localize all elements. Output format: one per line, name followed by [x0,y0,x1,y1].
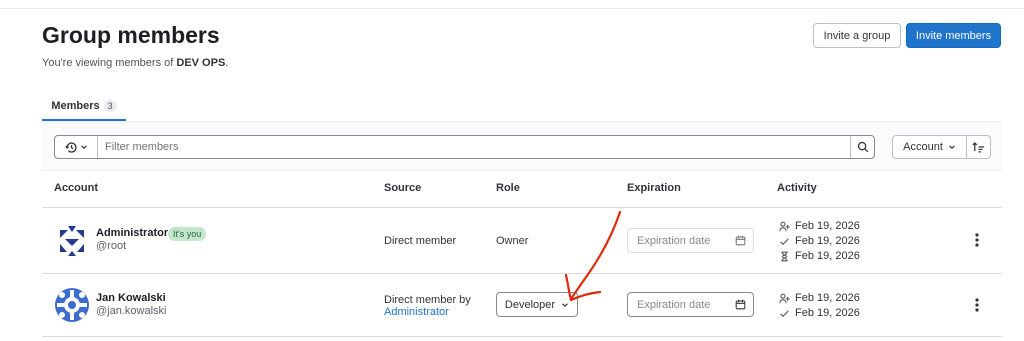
tab-members-label: Members [51,99,100,112]
avatar-identicon [60,226,84,256]
column-header-activity: Activity [777,182,817,194]
user-plus-icon [779,221,790,231]
column-header-expiration: Expiration [627,182,681,194]
sort-lowest-icon [972,142,985,153]
its-you-badge: It's you [168,227,207,241]
member-name[interactable]: Jan Kowalski [96,292,166,304]
source-inviter-link[interactable]: Administrator [384,305,449,319]
expiration-date-input: Expiration date [627,228,754,253]
member-username: @root [96,240,127,252]
column-header-source: Source [384,182,422,194]
member-name[interactable]: Administrator [96,227,168,239]
history-icon [64,141,77,153]
sort-by-dropdown[interactable]: Account [893,136,967,158]
row-divider [42,273,1002,274]
invite-members-button[interactable]: Invite members [906,23,1001,48]
avatar[interactable] [53,286,91,324]
invite-group-button[interactable]: Invite a group [813,23,901,48]
role-dropdown-label: Developer [504,298,556,311]
sort-control: Account [892,135,991,159]
filter-search-group [54,135,875,159]
member-source: Direct member [384,235,457,247]
user-plus-icon [779,293,790,303]
page-title: Group members [42,22,220,48]
expiration-date-placeholder: Expiration date [637,298,711,311]
recent-searches-button[interactable] [55,136,98,158]
role-dropdown[interactable]: Developer [496,292,578,317]
member-username: @jan.kowalski [96,305,167,317]
filter-members-input[interactable] [98,136,850,158]
sort-direction-button[interactable] [967,136,990,158]
avatar-identicon [55,288,89,322]
tab-members[interactable]: Members 3 [42,92,126,121]
sort-by-label: Account [903,141,943,153]
group-name: DEV OPS [176,57,226,69]
search-button[interactable] [850,136,874,158]
page-subtitle: You're viewing members of DEV OPS. [42,57,229,69]
column-header-account[interactable]: Account [54,182,98,194]
row-actions-button[interactable] [969,232,985,248]
top-divider [0,8,1024,9]
row-actions-button[interactable] [969,297,985,313]
hourglass-icon [781,251,788,261]
activity-user-created: Feb 19, 2026 [779,219,860,233]
calendar-icon [735,235,746,246]
chevron-down-icon [949,145,955,150]
members-count-badge: 3 [103,99,117,112]
search-icon [857,141,868,153]
activity-last-activity: Feb 19, 2026 [779,234,860,248]
filter-bar: Account [42,121,1002,171]
calendar-icon [735,299,746,310]
activity-access-granted: Feb 19, 2026 [779,249,860,263]
expiration-date-input[interactable]: Expiration date [627,292,754,317]
check-icon [780,237,789,245]
chevron-down-icon [80,145,87,150]
chevron-down-icon [562,302,568,307]
activity-last-activity: Feb 19, 2026 [779,306,860,320]
check-icon [780,309,789,317]
ellipsis-v-icon [975,298,979,312]
header-divider [42,207,1002,208]
row-divider [42,336,1002,337]
avatar[interactable] [53,222,91,260]
column-header-role: Role [496,182,520,194]
member-role: Owner [496,235,529,247]
ellipsis-v-icon [975,233,979,247]
activity-user-created: Feb 19, 2026 [779,291,860,305]
expiration-date-placeholder: Expiration date [637,234,711,247]
